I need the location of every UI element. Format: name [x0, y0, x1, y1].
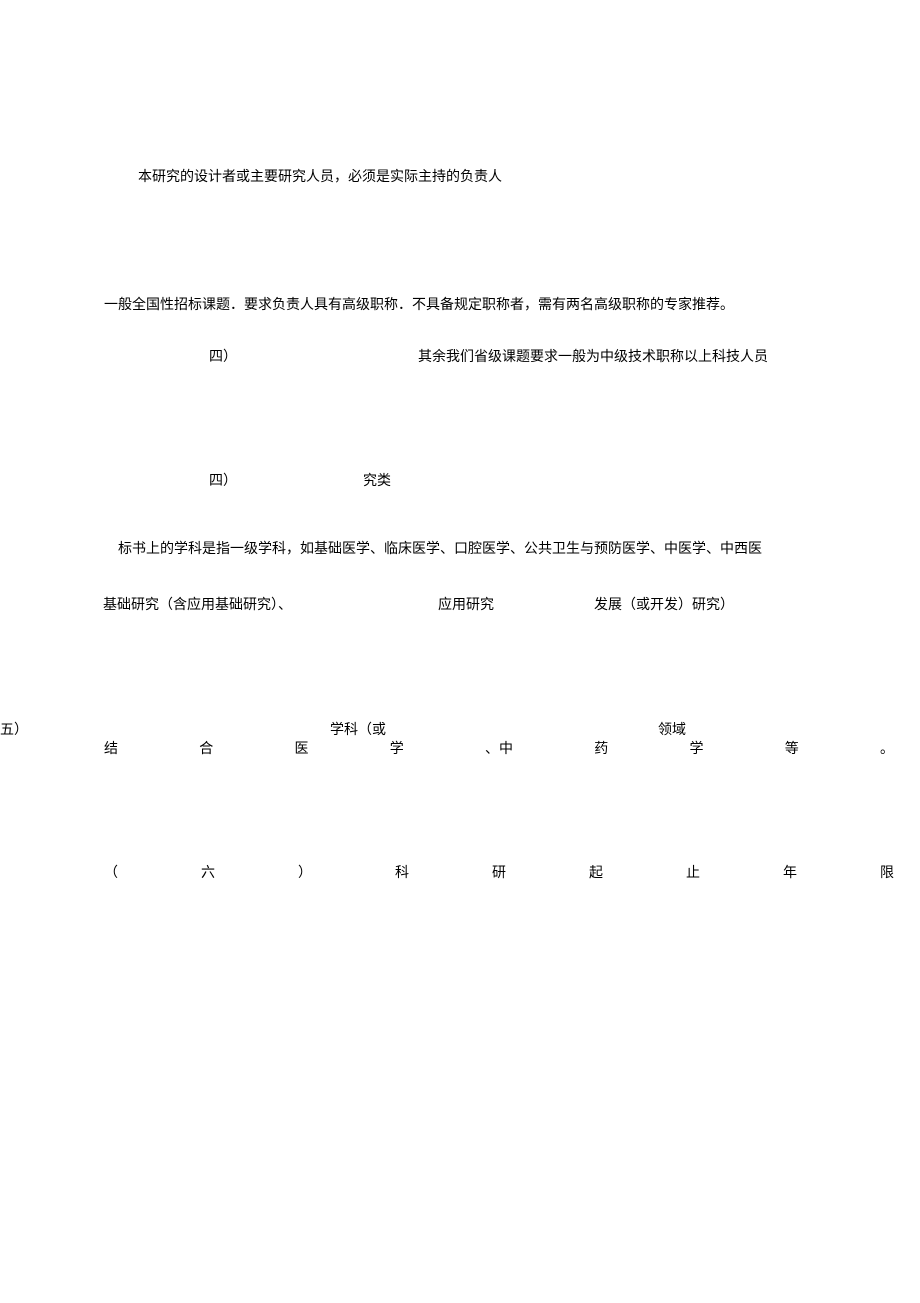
char: 六 [201, 862, 215, 882]
paragraph-text: 本研究的设计者或主要研究人员，必须是实际主持的负责人 [138, 166, 502, 186]
char: 医 [295, 738, 309, 758]
char: 学 [690, 738, 704, 758]
section-number: 四） [209, 470, 237, 490]
paragraph-text: 基础研究（含应用基础研究）、 [103, 594, 292, 614]
char: 止 [686, 862, 700, 882]
section-number: 四） [209, 346, 237, 366]
paragraph-text: 领域 [658, 719, 686, 739]
char: 。 [880, 738, 894, 758]
char: 药 [594, 738, 608, 758]
paragraph-text: 学科（或 [330, 719, 386, 739]
char: 等 [785, 738, 799, 758]
char: （ [104, 862, 118, 882]
char: 学 [390, 738, 404, 758]
spread-text-row: （ 六 ） 科 研 起 止 年 限 [104, 862, 894, 882]
char: 起 [589, 862, 603, 882]
char: 、中 [485, 738, 513, 758]
char: 研 [492, 862, 506, 882]
char: ） [298, 862, 312, 882]
spread-text-row: 结 合 医 学 、中 药 学 等 。 [104, 738, 894, 758]
paragraph-text: 究类 [363, 470, 391, 490]
paragraph-text: 其余我们省级课题要求一般为中级技术职称以上科技人员 [418, 346, 768, 366]
char: 限 [880, 862, 894, 882]
paragraph-text: 标书上的学科是指一级学科，如基础医学、临床医学、口腔医学、公共卫生与预防医学、中… [118, 538, 762, 558]
char: 合 [199, 738, 213, 758]
section-number: 五） [0, 719, 28, 739]
paragraph-text: 发展（或开发）研究） [594, 594, 734, 614]
char: 结 [104, 738, 118, 758]
paragraph-text: 应用研究 [438, 594, 494, 614]
char: 年 [783, 862, 797, 882]
char: 科 [395, 862, 409, 882]
paragraph-text: 一般全国性招标课题．要求负责人具有高级职称．不具备规定职称者，需有两名高级职称的… [104, 294, 734, 314]
